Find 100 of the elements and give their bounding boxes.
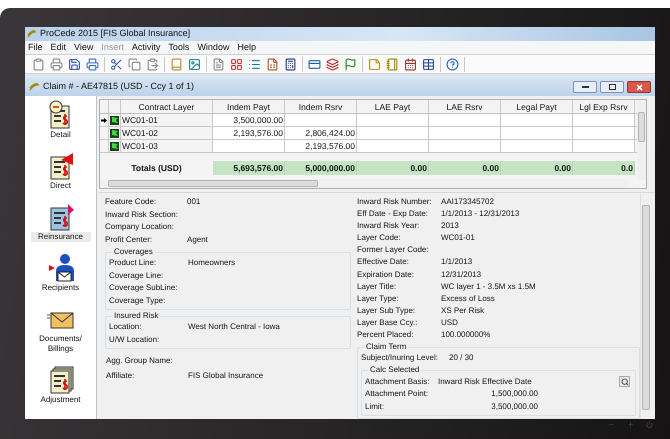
field-label: Percent Placed: xyxy=(357,328,414,341)
printer-icon[interactable] xyxy=(85,56,100,72)
total-cell: 0.00 xyxy=(501,161,573,175)
search-button[interactable] xyxy=(619,376,630,388)
field-label: Profit Center: xyxy=(105,234,154,246)
field-label: Inward Risk Year: xyxy=(357,220,420,232)
app-logo-icon xyxy=(27,30,37,38)
document-icon[interactable] xyxy=(211,56,226,72)
column-header[interactable]: LAE Payt xyxy=(357,100,429,113)
column-header[interactable]: Contract Layer xyxy=(121,100,213,113)
field-value: 12/31/2013 xyxy=(441,268,482,280)
field-value: 1/1/2013 xyxy=(441,256,472,268)
column-header[interactable]: Indem Rsrv xyxy=(285,100,357,113)
field-label: Feature Code: xyxy=(105,196,158,208)
note-icon[interactable] xyxy=(367,56,382,72)
field-value: 001 xyxy=(187,196,200,208)
group-legend: Coverages xyxy=(112,246,155,257)
group-legend: Calc Selected xyxy=(368,364,422,376)
field-label: Company Location: xyxy=(105,221,175,234)
field-label: Layer Sub Type: xyxy=(357,304,416,317)
sidebar-item[interactable]: Reinsurance xyxy=(30,232,90,242)
notebook-icon[interactable] xyxy=(385,56,400,72)
field-label: Eff Date - Exp Date: xyxy=(357,208,429,220)
vertical-scrollbar[interactable] xyxy=(637,100,646,180)
menu-item[interactable]: Window xyxy=(197,40,230,54)
copy-icon[interactable] xyxy=(127,56,142,72)
menu-item[interactable]: Activity xyxy=(132,40,160,54)
field-value: Agent xyxy=(187,234,208,246)
grid-icon[interactable] xyxy=(229,56,244,72)
field-label: Location: xyxy=(109,321,142,334)
printer-icon[interactable] xyxy=(49,56,64,72)
field-label: Affiliate: xyxy=(106,370,136,382)
group-legend: Claim Term xyxy=(364,340,408,352)
field-value: WC layer 1 - 3.5M xs 1.5M xyxy=(441,280,536,293)
person-envelope-icon xyxy=(46,253,74,283)
menu-item[interactable]: Edit xyxy=(50,40,66,54)
vertical-scrollbar[interactable] xyxy=(640,193,651,419)
field-label: Coverage SubLine: xyxy=(109,282,178,294)
totals-label: Totals (USD) xyxy=(130,162,183,175)
field-value: AAI173345702 xyxy=(441,196,494,208)
table-icon[interactable] xyxy=(421,56,436,72)
save-icon[interactable] xyxy=(67,56,82,72)
clipboard-icon[interactable] xyxy=(31,56,46,72)
column-header[interactable]: Indem Payt xyxy=(213,100,285,113)
field-value: XS Per Risk xyxy=(441,304,484,317)
paste-icon[interactable] xyxy=(145,56,160,72)
help-icon[interactable] xyxy=(445,56,460,72)
menu-item[interactable]: Help xyxy=(237,40,256,54)
sidebar-item[interactable]: Documents/ Billings xyxy=(30,334,90,354)
field-value: West North Central - Iowa xyxy=(188,321,280,334)
sidebar-item[interactable]: Direct xyxy=(30,181,90,191)
field-value: FIS Global Insurance xyxy=(188,370,264,382)
calculator-icon[interactable] xyxy=(283,56,298,72)
spreadsheet-icon[interactable] xyxy=(265,56,280,72)
minimize-button[interactable] xyxy=(573,81,597,93)
flag-icon xyxy=(110,142,119,150)
field-value: WC01-01 xyxy=(441,232,475,244)
total-cell: 5,000,000.00 xyxy=(285,161,357,175)
field-value: 3,500,000.00 xyxy=(490,400,538,413)
table-cell: 3,500,000.00 xyxy=(213,114,285,126)
field-label: Effective Date: xyxy=(357,256,410,268)
total-cell: 0.00 xyxy=(429,161,501,175)
table-cell: 2,806,424.00 xyxy=(285,127,357,139)
field-label: Former Layer Code: xyxy=(357,244,430,256)
table-cell: WC01-01 xyxy=(121,114,213,126)
total-cell: 0.00 xyxy=(357,161,429,175)
field-label: Coverage Type: xyxy=(109,294,166,307)
field-label: Attachment Basis: xyxy=(365,376,430,388)
sidebar-item[interactable]: Adjustment xyxy=(30,395,90,405)
group-legend: Insured Risk xyxy=(112,310,160,321)
field-value: 1/1/2013 - 12/31/2013 xyxy=(441,208,520,220)
picture-icon[interactable] xyxy=(187,56,202,72)
menu-item[interactable]: Tools xyxy=(168,40,190,54)
column-header[interactable]: Legal Payt xyxy=(501,100,573,113)
scissors-icon[interactable] xyxy=(109,56,124,72)
column-header[interactable]: LAE Rsrv xyxy=(429,100,501,113)
child-window-title: Claim # - AE47815 (USD - Ccy 1 of 1) xyxy=(43,80,194,94)
sidebar-item[interactable]: Recipients xyxy=(30,283,90,293)
layers-icon[interactable] xyxy=(325,56,340,72)
column-header[interactable]: Lgl Exp Rsrv xyxy=(573,100,635,113)
menu-item[interactable]: View xyxy=(74,40,94,54)
flag-icon xyxy=(110,116,119,124)
close-button[interactable] xyxy=(627,81,651,93)
field-label: Coverage Line: xyxy=(109,270,164,282)
field-label: Subject/Inuring Level: xyxy=(361,352,439,364)
window-title: ProCede 2015 [FIS Global Insurance] xyxy=(40,27,190,40)
table-cell: 2,193,576.00 xyxy=(285,140,357,152)
horizontal-scrollbar[interactable] xyxy=(100,179,628,188)
menu-item[interactable]: File xyxy=(28,40,43,54)
sidebar-item[interactable]: Detail xyxy=(30,130,90,140)
field-value: 1,500,000.00 xyxy=(490,388,538,400)
field-label: Inward Risk Number: xyxy=(357,196,433,208)
table-cell: 2,193,576.00 xyxy=(213,127,285,139)
table-cell: WC01-03 xyxy=(121,140,213,152)
restore-button[interactable] xyxy=(600,81,624,93)
field-value: 2013 xyxy=(441,220,459,232)
book-icon[interactable] xyxy=(169,56,184,72)
field-value: 100.000000% xyxy=(441,328,490,341)
flag-icon[interactable] xyxy=(343,56,358,72)
calendar-icon[interactable] xyxy=(403,56,418,72)
